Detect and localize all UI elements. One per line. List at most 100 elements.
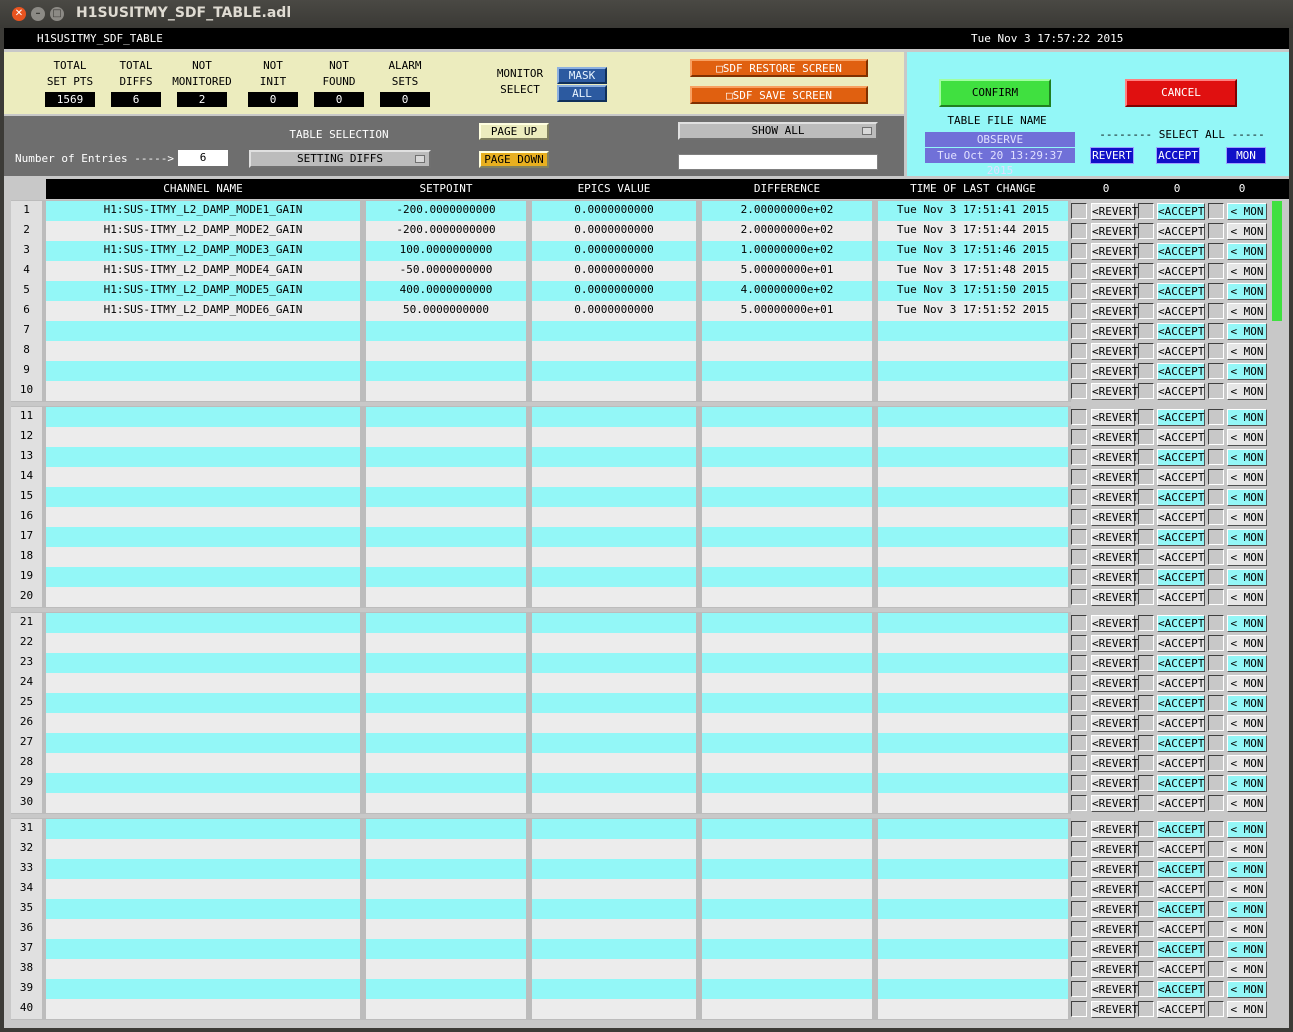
revert-checkbox[interactable] (1071, 795, 1087, 811)
accept-checkbox[interactable] (1138, 323, 1154, 339)
mon-button[interactable]: < MON (1227, 755, 1267, 772)
mon-button[interactable]: < MON (1227, 675, 1267, 692)
revert-button[interactable]: <REVERT (1091, 735, 1138, 752)
mon-checkbox[interactable] (1208, 961, 1224, 977)
mon-button[interactable]: < MON (1227, 1001, 1267, 1018)
revert-checkbox[interactable] (1071, 635, 1087, 651)
mon-checkbox[interactable] (1208, 901, 1224, 917)
revert-checkbox[interactable] (1071, 303, 1087, 319)
revert-checkbox[interactable] (1071, 283, 1087, 299)
mon-button[interactable]: < MON (1227, 821, 1267, 838)
mon-checkbox[interactable] (1208, 755, 1224, 771)
accept-button[interactable]: <ACCEPT (1157, 223, 1205, 240)
accept-button[interactable]: <ACCEPT (1157, 469, 1205, 486)
revert-checkbox[interactable] (1071, 343, 1087, 359)
mon-button[interactable]: < MON (1227, 841, 1267, 858)
mon-button[interactable]: < MON (1227, 263, 1267, 280)
revert-checkbox[interactable] (1071, 941, 1087, 957)
revert-button[interactable]: <REVERT (1091, 841, 1138, 858)
accept-checkbox[interactable] (1138, 569, 1154, 585)
sdf-restore-screen-button[interactable]: □SDF RESTORE SCREEN (690, 59, 868, 77)
revert-checkbox[interactable] (1071, 243, 1087, 259)
accept-checkbox[interactable] (1138, 861, 1154, 877)
mon-checkbox[interactable] (1208, 1001, 1224, 1017)
accept-button[interactable]: <ACCEPT (1157, 343, 1205, 360)
revert-button[interactable]: <REVERT (1091, 363, 1138, 380)
accept-button[interactable]: <ACCEPT (1157, 901, 1205, 918)
accept-checkbox[interactable] (1138, 715, 1154, 731)
mon-checkbox[interactable] (1208, 223, 1224, 239)
mon-checkbox[interactable] (1208, 841, 1224, 857)
accept-button[interactable]: <ACCEPT (1157, 861, 1205, 878)
mon-button[interactable]: < MON (1227, 695, 1267, 712)
mon-button[interactable]: < MON (1227, 363, 1267, 380)
mon-button[interactable]: < MON (1227, 735, 1267, 752)
accept-checkbox[interactable] (1138, 841, 1154, 857)
accept-button[interactable]: <ACCEPT (1157, 303, 1205, 320)
mon-checkbox[interactable] (1208, 449, 1224, 465)
mon-checkbox[interactable] (1208, 881, 1224, 897)
accept-checkbox[interactable] (1138, 363, 1154, 379)
revert-button[interactable]: <REVERT (1091, 861, 1138, 878)
accept-checkbox[interactable] (1138, 243, 1154, 259)
revert-checkbox[interactable] (1071, 203, 1087, 219)
accept-button[interactable]: <ACCEPT (1157, 263, 1205, 280)
accept-checkbox[interactable] (1138, 615, 1154, 631)
accept-checkbox[interactable] (1138, 469, 1154, 485)
revert-checkbox[interactable] (1071, 615, 1087, 631)
revert-button[interactable]: <REVERT (1091, 569, 1138, 586)
mon-button[interactable]: < MON (1227, 775, 1267, 792)
accept-button[interactable]: <ACCEPT (1157, 735, 1205, 752)
revert-checkbox[interactable] (1071, 409, 1087, 425)
revert-button[interactable]: <REVERT (1091, 549, 1138, 566)
accept-checkbox[interactable] (1138, 283, 1154, 299)
revert-checkbox[interactable] (1071, 901, 1087, 917)
accept-button[interactable]: <ACCEPT (1157, 655, 1205, 672)
mon-button[interactable]: < MON (1227, 901, 1267, 918)
revert-button[interactable]: <REVERT (1091, 223, 1138, 240)
accept-checkbox[interactable] (1138, 343, 1154, 359)
revert-checkbox[interactable] (1071, 223, 1087, 239)
mon-checkbox[interactable] (1208, 941, 1224, 957)
mon-checkbox[interactable] (1208, 343, 1224, 359)
revert-button[interactable]: <REVERT (1091, 243, 1138, 260)
table-selection-menu[interactable]: SETTING DIFFS (249, 150, 431, 168)
mon-button[interactable]: < MON (1227, 589, 1267, 606)
mon-button[interactable]: < MON (1227, 303, 1267, 320)
revert-checkbox[interactable] (1071, 263, 1087, 279)
mon-checkbox[interactable] (1208, 529, 1224, 545)
revert-button[interactable]: <REVERT (1091, 615, 1138, 632)
mon-checkbox[interactable] (1208, 323, 1224, 339)
accept-checkbox[interactable] (1138, 509, 1154, 525)
accept-button[interactable]: <ACCEPT (1157, 569, 1205, 586)
mon-button[interactable]: < MON (1227, 961, 1267, 978)
accept-checkbox[interactable] (1138, 1001, 1154, 1017)
accept-checkbox[interactable] (1138, 263, 1154, 279)
minimize-icon[interactable]: – (31, 7, 45, 21)
revert-button[interactable]: <REVERT (1091, 981, 1138, 998)
accept-button[interactable]: <ACCEPT (1157, 429, 1205, 446)
accept-checkbox[interactable] (1138, 821, 1154, 837)
select-all-revert-button[interactable]: REVERT (1090, 147, 1134, 164)
accept-button[interactable]: <ACCEPT (1157, 323, 1205, 340)
accept-checkbox[interactable] (1138, 735, 1154, 751)
mon-button[interactable]: < MON (1227, 881, 1267, 898)
mon-button[interactable]: < MON (1227, 981, 1267, 998)
revert-button[interactable]: <REVERT (1091, 489, 1138, 506)
mon-checkbox[interactable] (1208, 469, 1224, 485)
mon-button[interactable]: < MON (1227, 429, 1267, 446)
mon-button[interactable]: < MON (1227, 861, 1267, 878)
accept-button[interactable]: <ACCEPT (1157, 841, 1205, 858)
revert-checkbox[interactable] (1071, 861, 1087, 877)
revert-button[interactable]: <REVERT (1091, 755, 1138, 772)
accept-checkbox[interactable] (1138, 223, 1154, 239)
accept-checkbox[interactable] (1138, 795, 1154, 811)
revert-button[interactable]: <REVERT (1091, 795, 1138, 812)
revert-button[interactable]: <REVERT (1091, 775, 1138, 792)
revert-checkbox[interactable] (1071, 429, 1087, 445)
revert-checkbox[interactable] (1071, 363, 1087, 379)
revert-checkbox[interactable] (1071, 961, 1087, 977)
revert-button[interactable]: <REVERT (1091, 921, 1138, 938)
mon-checkbox[interactable] (1208, 283, 1224, 299)
mon-button[interactable]: < MON (1227, 243, 1267, 260)
